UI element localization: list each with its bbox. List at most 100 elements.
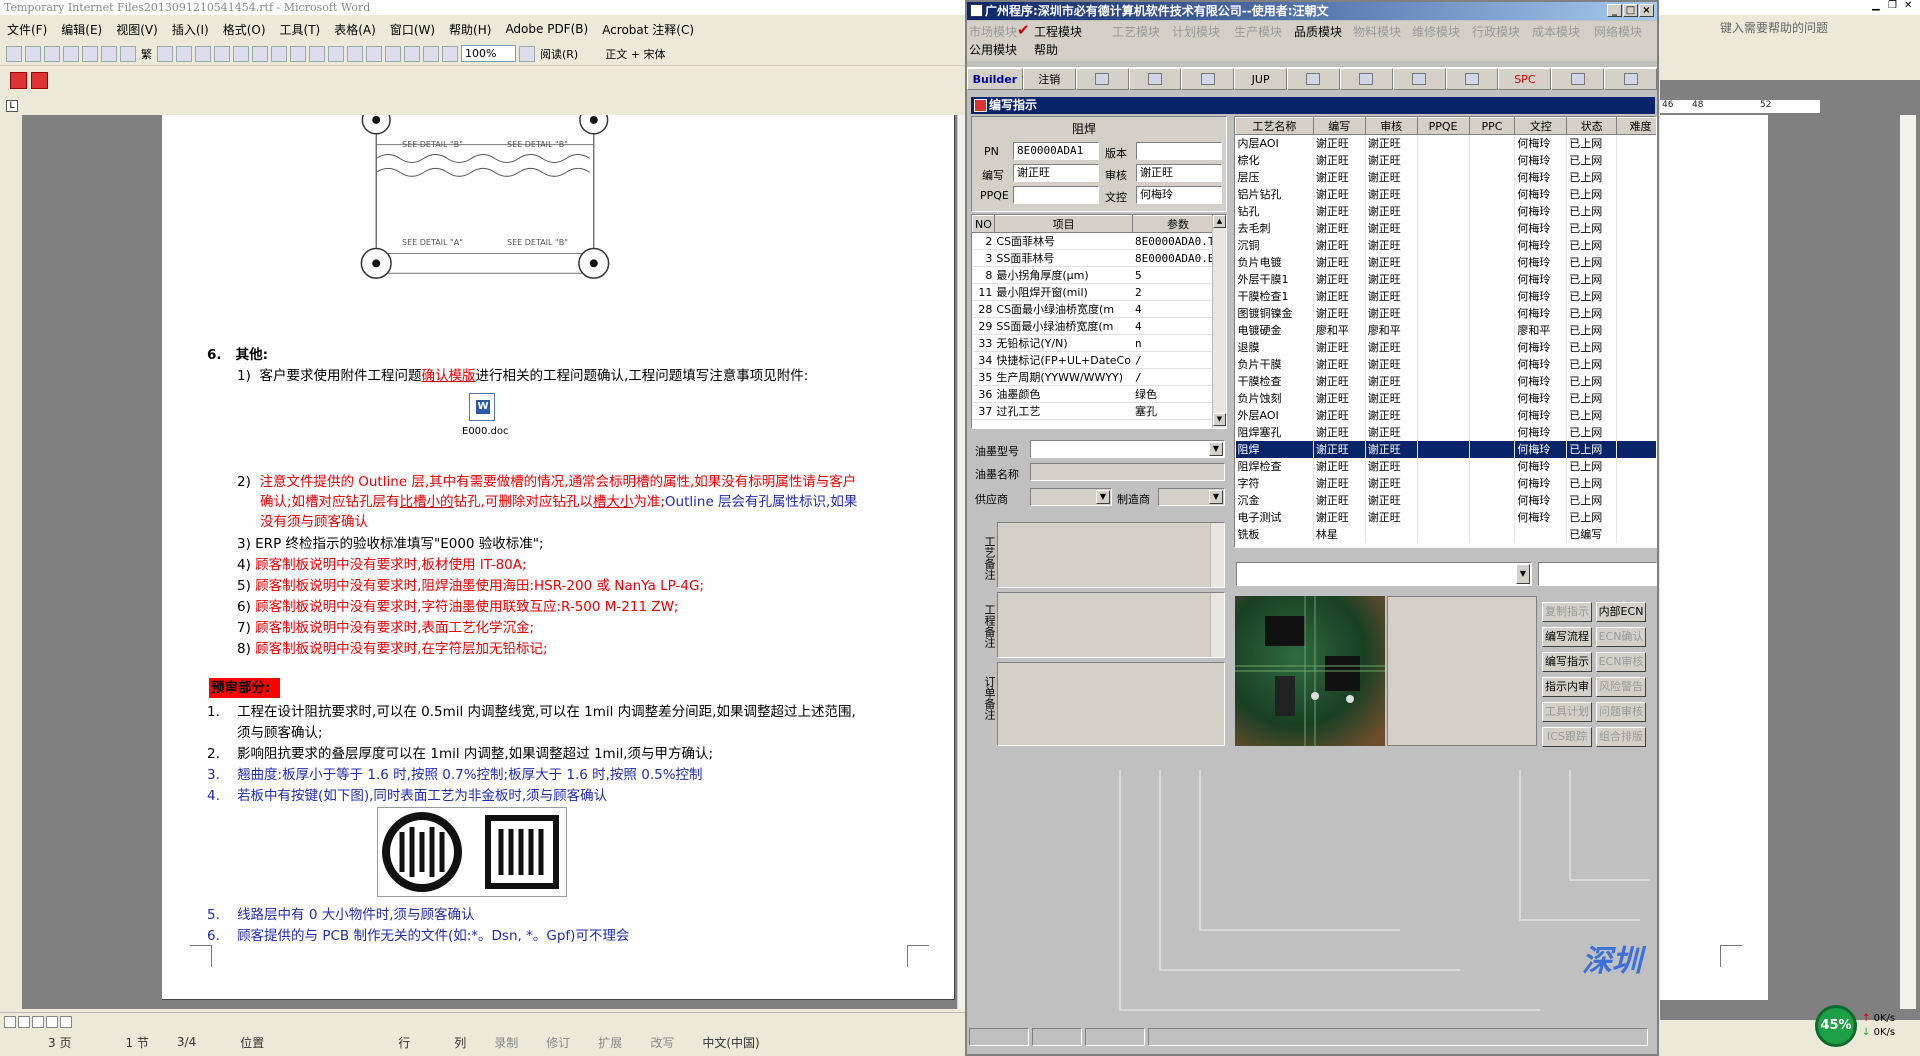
process-row[interactable]: 字符 谢正旺 谢正旺 何梅玲 已上网 (1235, 474, 1656, 492)
insert-table-icon[interactable] (347, 45, 363, 62)
process-row[interactable]: 阻焊检查 谢正旺 谢正旺 何梅玲 已上网 (1235, 457, 1656, 475)
cut-icon[interactable] (195, 45, 211, 62)
research-icon[interactable] (176, 45, 192, 62)
paste-icon[interactable] (233, 45, 249, 62)
eye-icon[interactable] (1287, 68, 1340, 90)
erp-minimize-icon[interactable]: _ (1607, 4, 1622, 17)
menu-item[interactable]: 插入(I) (165, 21, 216, 38)
process-row[interactable]: 沉铜 谢正旺 谢正旺 何梅玲 已上网 (1235, 236, 1656, 254)
open-icon[interactable] (25, 45, 41, 62)
process-notes-field[interactable] (997, 522, 1225, 588)
module-2[interactable]: 工艺模块 (1112, 23, 1160, 40)
module-7[interactable]: 维修模块 (1412, 23, 1460, 40)
web-view-icon[interactable] (18, 1015, 30, 1028)
style-combo[interactable]: 正文 + 宋体 (603, 46, 667, 62)
normal-view-icon[interactable] (4, 1015, 16, 1028)
param-row[interactable]: 29 SS面最小绿油桥宽度(m 4 (972, 317, 1224, 335)
action-button-4[interactable]: 编写指示 (1542, 652, 1592, 672)
print-icon[interactable] (101, 45, 117, 62)
chevron-down-icon[interactable]: ▼ (1096, 490, 1110, 504)
menu-item[interactable]: Adobe PDF(B) (498, 22, 595, 36)
print-preview-icon[interactable] (120, 45, 136, 62)
menu-item[interactable]: 表格(A) (327, 21, 383, 38)
email-icon[interactable] (82, 45, 98, 62)
param-row[interactable]: 34 快捷标记(FP+UL+DateCo / (972, 351, 1224, 369)
action-button-11[interactable]: 组合排版 (1596, 727, 1646, 747)
chevron-down-icon[interactable]: ▼ (1516, 564, 1530, 584)
action-button-7[interactable]: 风险警告 (1596, 677, 1646, 697)
word-restore-icon[interactable]: ❐ (1888, 0, 1897, 11)
document-map-icon[interactable] (423, 45, 439, 62)
order-notes-field[interactable] (997, 662, 1225, 746)
process-notes-tab[interactable]: 工艺备注 (975, 528, 996, 588)
process-header-cell[interactable]: 编写 (1312, 117, 1366, 135)
builder-button[interactable]: Builder (967, 68, 1023, 90)
word-vertical-scrollbar-right[interactable] (1900, 115, 1916, 1009)
process-header-cell[interactable]: PPC (1468, 117, 1516, 135)
param-row[interactable]: 28 CS面最小绿油桥宽度(m 4 (972, 300, 1224, 318)
process-row[interactable]: 阻焊塞孔 谢正旺 谢正旺 何梅玲 已上网 (1235, 423, 1656, 441)
drawing-icon[interactable] (404, 45, 420, 62)
copy-icon[interactable] (214, 45, 230, 62)
process-row[interactable]: 铣板 林星 已编写 (1235, 525, 1656, 543)
process-row[interactable]: 电镀硬金 廖和平 廖和平 廖和平 已上网 (1235, 321, 1656, 339)
process-row[interactable]: 负片电镀 谢正旺 谢正旺 何梅玲 已上网 (1235, 253, 1656, 271)
module-row2-1[interactable]: 帮助 (1034, 41, 1058, 58)
param-grid[interactable]: NO 项目 参数 2 CS面菲林号 8E0000ADA0.TS 3 SS面菲林号 8E0000… (971, 214, 1227, 429)
status-overtype[interactable]: 改写 (636, 1034, 688, 1051)
ink-model-combo[interactable]: ▼ (1030, 440, 1225, 458)
process-row[interactable]: 电子测试 谢正旺 谢正旺 何梅玲 已上网 (1235, 508, 1656, 526)
network-speed-meter[interactable]: 45% (1815, 1005, 1857, 1047)
process-header-cell[interactable]: 工艺名称 (1235, 117, 1314, 135)
process-row[interactable]: 沉金 谢正旺 谢正旺 何梅玲 已上网 (1235, 491, 1656, 509)
permission-icon[interactable] (63, 45, 79, 62)
word-close-icon[interactable]: ✕ (1904, 0, 1912, 11)
document-page[interactable]: SEE DETAIL "B" SEE DETAIL "B" SEE DETAIL… (162, 115, 955, 1000)
module-row2-0[interactable]: 公用模块 (969, 41, 1017, 58)
engineering-notes-field[interactable] (997, 592, 1225, 658)
attachment-doc-icon[interactable]: W (469, 393, 495, 421)
process-row[interactable]: 去毛刺 谢正旺 谢正旺 何梅玲 已上网 (1235, 219, 1656, 237)
word-minimize-icon[interactable]: ▁ (1872, 0, 1880, 11)
param-header-cell[interactable]: 项目 (993, 215, 1134, 233)
process-row[interactable]: 棕化 谢正旺 谢正旺 何梅玲 已上网 (1235, 151, 1656, 169)
action-button-10[interactable]: ICS跟踪 (1542, 727, 1592, 747)
pn-field[interactable]: 8E0000ADA1 (1013, 142, 1099, 160)
process-row[interactable]: 图镀铜镍金 谢正旺 谢正旺 何梅玲 已上网 (1235, 304, 1656, 322)
redo-icon[interactable] (290, 45, 306, 62)
param-row[interactable]: 35 生产周期(YYWW/WWYY) / (972, 368, 1224, 386)
logout-button[interactable]: 注销 (1022, 68, 1076, 90)
module-6[interactable]: 物料模块 (1353, 23, 1401, 40)
show-hide-icon[interactable] (442, 45, 458, 62)
erp-close-icon[interactable]: × (1639, 4, 1654, 17)
module-10[interactable]: 网络模块 (1594, 23, 1642, 40)
columns-icon[interactable] (385, 45, 401, 62)
process-row[interactable]: 铝片钻孔 谢正旺 谢正旺 何梅玲 已上网 (1235, 185, 1656, 203)
menu-item[interactable]: 窗口(W) (383, 21, 442, 38)
process-row[interactable]: 干膜检查1 谢正旺 谢正旺 何梅玲 已上网 (1235, 287, 1656, 305)
pdf-convert-icon[interactable] (10, 71, 27, 89)
outline-view-icon[interactable] (46, 1015, 58, 1028)
action-button-8[interactable]: 工具计划 (1542, 702, 1592, 722)
tables-borders-icon[interactable] (328, 45, 344, 62)
help-question-box[interactable]: 键入需要帮助的问题 (1720, 18, 1896, 38)
process-row[interactable]: 层压 谢正旺 谢正旺 何梅玲 已上网 (1235, 168, 1656, 186)
process-header-cell[interactable]: 难度 (1616, 117, 1656, 135)
jup-button[interactable]: JUP (1234, 68, 1288, 90)
param-row[interactable]: 2 CS面菲林号 8E0000ADA0.TS (972, 232, 1224, 250)
param-row[interactable]: 8 最小拐角厚度(μm) 5 (972, 266, 1224, 284)
hyperlink-icon[interactable] (309, 45, 325, 62)
process-header-cell[interactable]: PPQE (1416, 117, 1470, 135)
status-extend[interactable]: 扩展 (584, 1034, 636, 1051)
save-icon[interactable] (44, 45, 60, 62)
process-row[interactable]: 钻孔 谢正旺 谢正旺 何梅玲 已上网 (1235, 202, 1656, 220)
module-8[interactable]: 行政模块 (1472, 23, 1520, 40)
refresh-icon[interactable] (1551, 68, 1605, 90)
menu-item[interactable]: 工具(T) (273, 21, 328, 38)
engineering-notes-tab[interactable]: 工程备注 (975, 596, 996, 656)
erp-maximize-icon[interactable]: □ (1623, 4, 1638, 17)
process-row[interactable]: 退膜 谢正旺 谢正旺 何梅玲 已上网 (1235, 338, 1656, 356)
order-notes-tab[interactable]: 订单备注 (975, 668, 996, 728)
action-button-5[interactable]: ECN审核 (1596, 652, 1646, 672)
action-button-2[interactable]: 编写流程 (1542, 627, 1592, 647)
